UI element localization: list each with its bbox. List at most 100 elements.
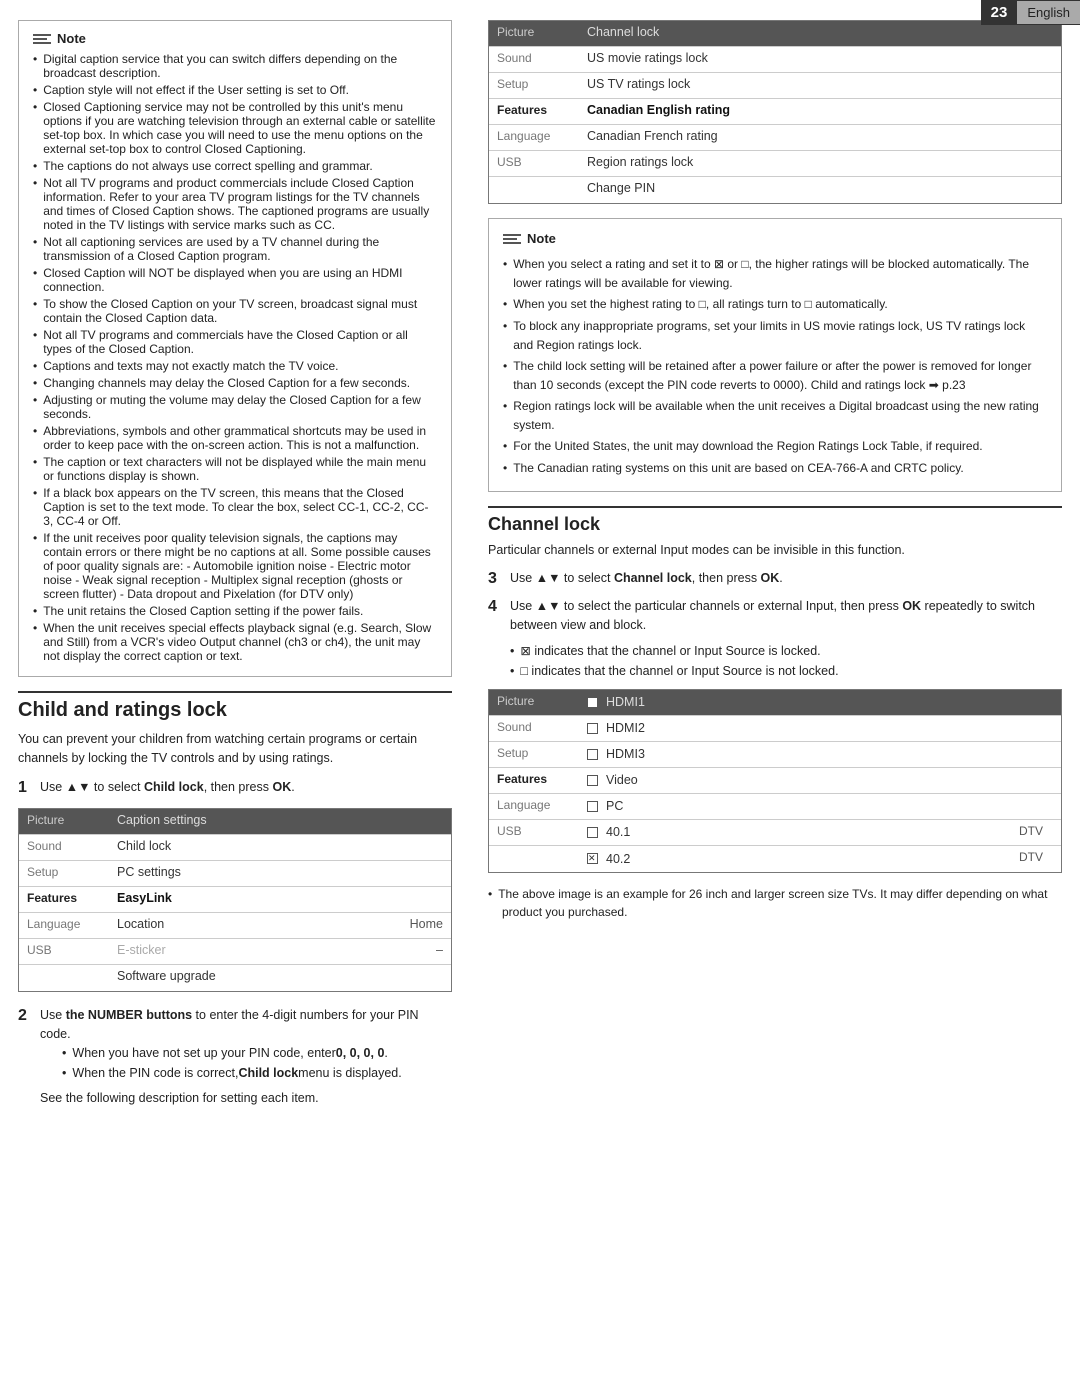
- note-bullet-item: The unit retains the Closed Caption sett…: [33, 604, 437, 618]
- section-body-text: You can prevent your children from watch…: [18, 730, 452, 768]
- note-bullet-item: To show the Closed Caption on your TV sc…: [33, 297, 437, 325]
- ch-menu-header-cat: Picture: [489, 690, 579, 715]
- ch-menu-row-sound: Sound HDMI2: [489, 716, 1061, 742]
- cb-hdmi2: [587, 723, 598, 734]
- cb-video: [587, 775, 598, 786]
- item-location: Location: [109, 913, 381, 938]
- ratings-row-sound: Sound US movie ratings lock: [489, 47, 1061, 73]
- cat-setup: Setup: [19, 861, 109, 886]
- note-bullet-item: Closed Captioning service may not be con…: [33, 100, 437, 156]
- ch-item-402: 40.2: [579, 846, 1011, 872]
- right-note-bullet-item: When you set the highest rating to □, al…: [503, 295, 1047, 314]
- note-bullet-item: Captions and texts may not exactly match…: [33, 359, 437, 373]
- extra-software: [381, 965, 451, 991]
- note-bullet-item: Digital caption service that you can swi…: [33, 52, 437, 80]
- note-bullet-item: When the unit receives special effects p…: [33, 621, 437, 663]
- note-bullet-item: Abbreviations, symbols and other grammat…: [33, 424, 437, 452]
- menu-row-setup: Setup PC settings: [19, 861, 451, 887]
- ratings-cat-usb: USB: [489, 151, 579, 176]
- language-label: English: [1017, 1, 1080, 24]
- cat-usb: USB: [19, 939, 109, 964]
- section-heading-child-ratings: Child and ratings lock: [18, 691, 452, 722]
- note-bullet-item: Adjusting or muting the volume may delay…: [33, 393, 437, 421]
- menu-row-language: Language Location Home: [19, 913, 451, 939]
- note-bullets-list: Digital caption service that you can swi…: [33, 52, 437, 663]
- ch-dtv-402: DTV: [1011, 846, 1061, 872]
- ch-item-hdmi2: HDMI2: [579, 716, 1011, 741]
- ratings-cat-setup: Setup: [489, 73, 579, 98]
- ratings-menu: Picture Channel lock Sound US movie rati…: [488, 20, 1062, 204]
- ratings-item-region: Region ratings lock: [579, 151, 991, 176]
- menu-row-usb: USB E-sticker –: [19, 939, 451, 965]
- right-note-bullet-item: The Canadian rating systems on this unit…: [503, 459, 1047, 478]
- note-bullet-item: Not all TV programs and product commerci…: [33, 176, 437, 232]
- item-child-lock: Child lock: [109, 835, 381, 860]
- page-number: 23: [981, 0, 1018, 25]
- footnote: The above image is an example for 26 inc…: [488, 885, 1062, 921]
- note-icon: [33, 34, 51, 44]
- ch-menu-row-usb: USB 40.1 DTV: [489, 820, 1061, 846]
- step-1-text: Use ▲▼ to select Child lock, then press …: [40, 778, 452, 797]
- extra-child-lock: [381, 835, 451, 860]
- ratings-cat-language: Language: [489, 125, 579, 150]
- right-note-bullet-item: The child lock setting will be retained …: [503, 357, 1047, 394]
- ch-item-401: 40.1: [579, 820, 1011, 845]
- ch-cat-empty: [489, 846, 579, 872]
- menu-row-features: Features EasyLink: [19, 887, 451, 913]
- ch-sub-2: □ indicates that the channel or Input So…: [510, 661, 1062, 681]
- cb-402-checked: [587, 853, 598, 864]
- item-esticker: E-sticker: [109, 939, 381, 964]
- note-header: Note: [33, 31, 437, 46]
- note-bullet-item: Not all captioning services are used by …: [33, 235, 437, 263]
- ch-menu-row-setup: Setup HDMI3: [489, 742, 1061, 768]
- right-note-bullet-item: Region ratings lock will be available wh…: [503, 397, 1047, 434]
- ch-cat-language: Language: [489, 794, 579, 819]
- note-bullet-item: If the unit receives poor quality televi…: [33, 531, 437, 601]
- cat-sound: Sound: [19, 835, 109, 860]
- ratings-item-cdn-french: Canadian French rating: [579, 125, 991, 150]
- cb-pc: [587, 801, 598, 812]
- menu-header-item: Caption settings: [109, 809, 381, 834]
- ratings-header-item: Channel lock: [579, 21, 991, 46]
- ratings-row-usb: USB Region ratings lock: [489, 151, 1061, 177]
- cb-hdmi3: [587, 749, 598, 760]
- step-2-row: 2 Use the NUMBER buttons to enter the 4-…: [18, 1006, 452, 1109]
- note-bullet-item: The caption or text characters will not …: [33, 455, 437, 483]
- right-note-bullet-item: When you select a rating and set it to ⊠…: [503, 255, 1047, 292]
- note-bullet-item: If a black box appears on the TV screen,…: [33, 486, 437, 528]
- extra-easylink: [381, 887, 451, 912]
- ratings-cat-sound: Sound: [489, 47, 579, 72]
- step-2-text: Use the NUMBER buttons to enter the 4-di…: [40, 1006, 452, 1109]
- note-bullet-item: Not all TV programs and commercials have…: [33, 328, 437, 356]
- channel-lock-body: Particular channels or external Input mo…: [488, 541, 1062, 560]
- ch-menu-header-row: Picture HDMI1: [489, 690, 1061, 716]
- step-1-row: 1 Use ▲▼ to select Child lock, then pres…: [18, 778, 452, 800]
- ch-cat-usb: USB: [489, 820, 579, 845]
- item-software-upgrade: Software upgrade: [109, 965, 381, 991]
- ch-dtv-401: DTV: [1011, 820, 1061, 845]
- menu-row-sound: Sound Child lock: [19, 835, 451, 861]
- ratings-item-change-pin: Change PIN: [579, 177, 991, 203]
- note-box-ratings: Note When you select a rating and set it…: [488, 218, 1062, 492]
- ch-sub-1: ⊠ indicates that the channel or Input So…: [510, 641, 1062, 661]
- ratings-menu-header: Picture Channel lock: [489, 21, 1061, 47]
- note-box-captions: Note Digital caption service that you ca…: [18, 20, 452, 677]
- note-bullet-item: Closed Caption will NOT be displayed whe…: [33, 266, 437, 294]
- step2-followup: See the following description for settin…: [40, 1089, 452, 1108]
- menu-header-cat: Picture: [19, 809, 109, 834]
- item-easylink: EasyLink: [109, 887, 381, 912]
- ch-cat-features: Features: [489, 768, 579, 793]
- step-2-number: 2: [18, 1004, 40, 1029]
- ratings-row-change-pin: Change PIN: [489, 177, 1061, 203]
- ch-step-3-text: Use ▲▼ to select Channel lock, then pres…: [510, 569, 1062, 588]
- menu-header-extra: [381, 809, 451, 834]
- channel-lock-menu: Picture HDMI1 Sound HDMI2 Setup: [488, 689, 1062, 873]
- ratings-row-features: Features Canadian English rating: [489, 99, 1061, 125]
- step-1-number: 1: [18, 776, 40, 800]
- right-column: Picture Channel lock Sound US movie rati…: [470, 10, 1080, 1126]
- ch-item-pc: PC: [579, 794, 1011, 819]
- item-pc-settings: PC settings: [109, 861, 381, 886]
- step2-sub-1: When you have not set up your PIN code, …: [62, 1044, 452, 1063]
- top-bar: 23 English: [981, 0, 1080, 25]
- ch-cat-sound: Sound: [489, 716, 579, 741]
